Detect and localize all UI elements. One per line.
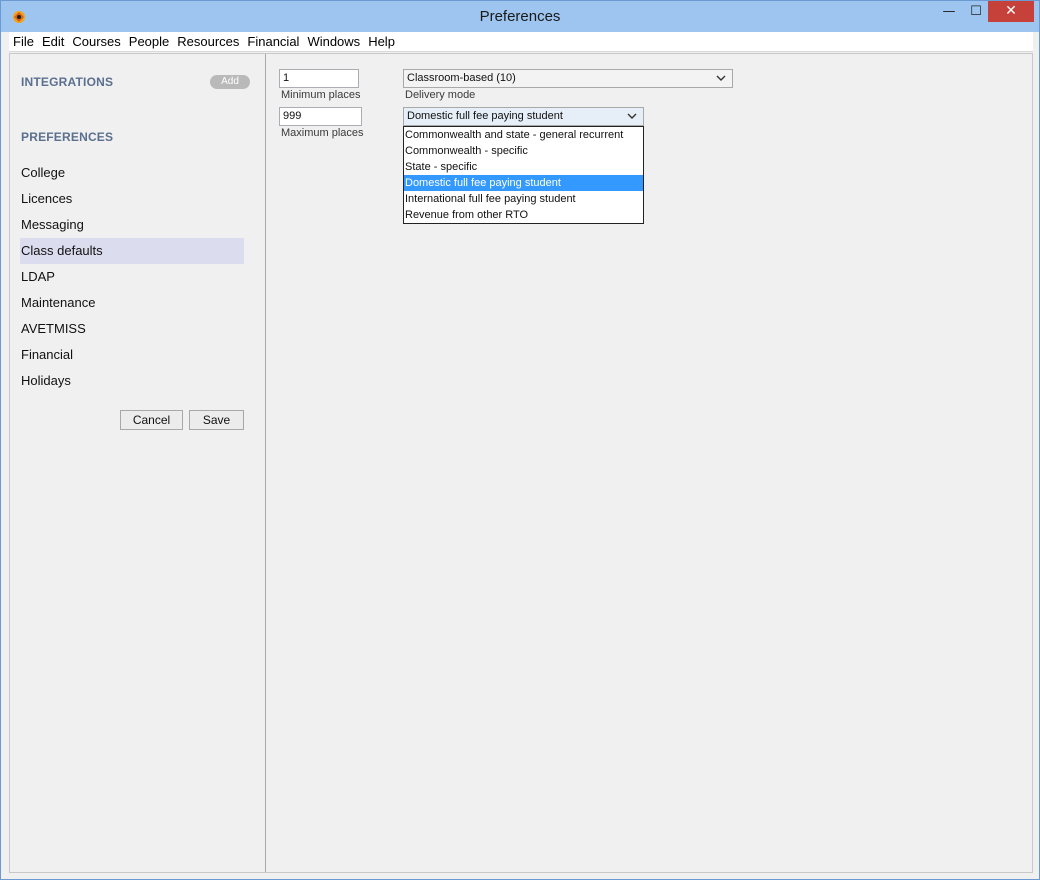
title-bar[interactable]: Preferences — ☐ ✕ — [1, 1, 1039, 32]
dropdown-option[interactable]: State - specific — [404, 159, 643, 175]
menu-windows[interactable]: Windows — [303, 34, 364, 49]
sidebar-item-licences[interactable]: Licences — [20, 186, 244, 212]
dropdown-option-selected[interactable]: Domestic full fee paying student — [404, 175, 643, 191]
maximize-button[interactable]: ☐ — [965, 1, 987, 22]
dropdown-option[interactable]: Commonwealth - specific — [404, 143, 643, 159]
dropdown-option[interactable]: Revenue from other RTO — [404, 207, 643, 223]
save-button[interactable]: Save — [189, 410, 244, 430]
add-integration-button[interactable]: Add — [210, 75, 250, 89]
menu-resources[interactable]: Resources — [173, 34, 243, 49]
menu-financial[interactable]: Financial — [243, 34, 303, 49]
maximum-places-label: Maximum places — [281, 127, 364, 139]
menu-edit[interactable]: Edit — [38, 34, 68, 49]
class-defaults-panel: 1 Minimum places 999 Maximum places Clas… — [266, 54, 1032, 872]
delivery-mode-select[interactable]: Classroom-based (10) — [403, 69, 733, 88]
sidebar-item-class-defaults[interactable]: Class defaults — [20, 238, 244, 264]
sidebar-item-messaging[interactable]: Messaging — [20, 212, 244, 238]
funding-source-select[interactable]: Domestic full fee paying student — [403, 107, 644, 126]
minimum-places-label: Minimum places — [281, 89, 361, 101]
sidebar-item-holidays[interactable]: Holidays — [20, 368, 244, 394]
menu-bar: File Edit Courses People Resources Finan… — [9, 32, 1033, 52]
cancel-button[interactable]: Cancel — [120, 410, 183, 430]
preferences-window: Preferences — ☐ ✕ File Edit Courses Peop… — [0, 0, 1040, 880]
menu-help[interactable]: Help — [364, 34, 399, 49]
menu-people[interactable]: People — [125, 34, 173, 49]
chevron-down-icon — [716, 75, 726, 81]
sidebar-item-ldap[interactable]: LDAP — [20, 264, 244, 290]
content-frame: INTEGRATIONS Add PREFERENCES College Lic… — [9, 53, 1033, 873]
minimum-places-input[interactable]: 1 — [279, 69, 359, 88]
menu-courses[interactable]: Courses — [68, 34, 124, 49]
sidebar-item-maintenance[interactable]: Maintenance — [20, 290, 244, 316]
maximum-places-input[interactable]: 999 — [279, 107, 362, 126]
window-title: Preferences — [479, 8, 561, 25]
integrations-header: INTEGRATIONS — [21, 75, 114, 89]
funding-source-dropdown: Commonwealth and state - general recurre… — [403, 126, 644, 224]
sidebar-item-financial[interactable]: Financial — [20, 342, 244, 368]
chevron-down-icon — [627, 113, 637, 119]
delivery-mode-label: Delivery mode — [405, 89, 476, 101]
sidebar-item-avetmiss[interactable]: AVETMISS — [20, 316, 244, 342]
delivery-mode-value: Classroom-based (10) — [407, 72, 516, 84]
dropdown-option[interactable]: Commonwealth and state - general recurre… — [404, 127, 643, 143]
dropdown-option[interactable]: International full fee paying student — [404, 191, 643, 207]
sidebar: INTEGRATIONS Add PREFERENCES College Lic… — [10, 54, 266, 872]
menu-file[interactable]: File — [9, 34, 38, 49]
minimize-button[interactable]: — — [938, 1, 960, 22]
preferences-header: PREFERENCES — [21, 130, 114, 144]
close-button[interactable]: ✕ — [988, 1, 1034, 22]
sidebar-item-college[interactable]: College — [20, 160, 244, 186]
funding-source-value: Domestic full fee paying student — [407, 110, 563, 122]
